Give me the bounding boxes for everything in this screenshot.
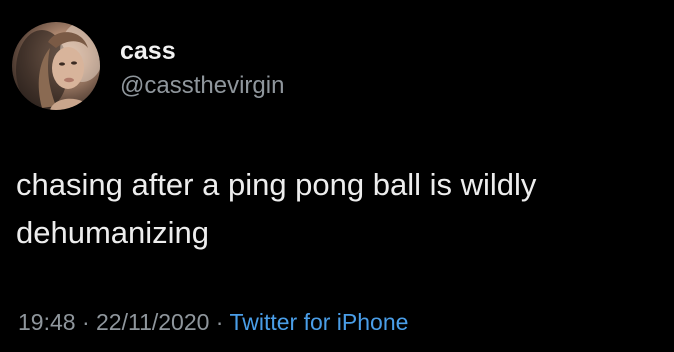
tweet-date[interactable]: 22/11/2020 [96, 309, 209, 335]
tweet-time[interactable]: 19:48 [18, 309, 76, 335]
display-name[interactable]: cass [120, 39, 176, 64]
avatar[interactable] [12, 22, 100, 110]
meta-separator: · [209, 309, 230, 335]
tweet-source-link[interactable]: Twitter for iPhone [229, 309, 408, 335]
user-handle[interactable]: @cassthevirgin [120, 74, 284, 98]
tweet-meta: 19:48 · 22/11/2020 · Twitter for iPhone [18, 311, 408, 334]
profile-photo-icon [16, 22, 100, 110]
meta-separator: · [75, 309, 97, 335]
tweet-text: chasing after a ping pong ball is wildly… [16, 167, 537, 250]
tweet-card: cass @cassthevirgin chasing after a ping… [0, 0, 674, 352]
